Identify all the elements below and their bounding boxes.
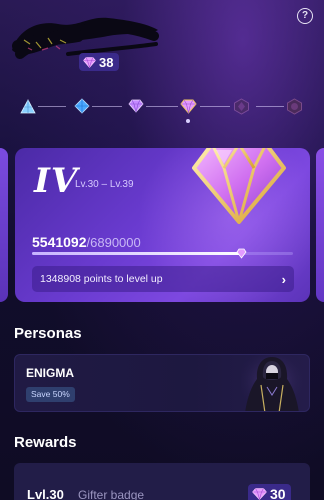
tier-connector (38, 106, 66, 107)
next-tier-card[interactable] (316, 148, 324, 302)
tier-connector (256, 106, 284, 107)
previous-tier-card[interactable] (0, 148, 8, 302)
personas-heading: Personas (14, 325, 82, 342)
points-total: /6890000 (86, 235, 141, 250)
gem-icon (83, 56, 96, 68)
progress-gem-icon (236, 248, 247, 259)
level-up-text: 1348908 points to level up (40, 273, 163, 285)
current-tier-indicator (186, 119, 190, 123)
help-button[interactable]: ? (297, 8, 313, 24)
hex-locked-tier-icon (233, 97, 249, 115)
tier-connector (92, 106, 122, 107)
reward-name: Gifter badge (78, 488, 145, 500)
tier-5-node[interactable] (232, 97, 250, 115)
gem-gold-tier-icon (179, 99, 197, 114)
level-progress-bar (32, 248, 293, 259)
tier-numeral: IV (34, 161, 79, 201)
tier-track (0, 97, 324, 127)
tier-3-node[interactable] (127, 97, 145, 115)
points-row: 5541092/6890000 (32, 234, 141, 252)
persona-discount-badge: Save 50% (26, 387, 75, 402)
points-current: 5541092 (32, 234, 87, 250)
tier-2-node[interactable] (73, 97, 91, 115)
tier-1-node[interactable] (19, 97, 37, 115)
level-progress-fill (32, 252, 242, 255)
tier-gem-icon (192, 148, 286, 224)
level-range: Lv.30 – Lv.39 (75, 179, 134, 190)
gem-purple-tier-icon (128, 99, 144, 113)
tier-4-node[interactable] (179, 97, 197, 115)
tier-connector (200, 106, 230, 107)
chevron-right-icon: › (281, 271, 286, 287)
persona-name: ENIGMA (26, 366, 74, 380)
reward-item-gifter-badge[interactable]: Lvl.30 Gifter badge 30 (14, 463, 310, 500)
hex-locked-tier-icon (286, 97, 302, 115)
gem-balance-badge: 38 (79, 53, 120, 71)
triangle-tier-icon (20, 98, 36, 113)
enigma-persona-figure (241, 355, 303, 411)
level-up-button[interactable]: 1348908 points to level up › (32, 266, 294, 292)
reward-cost-badge[interactable]: 30 (248, 484, 291, 500)
reward-level: Lvl.30 (27, 487, 64, 500)
persona-card-enigma[interactable]: ENIGMA Save 50% (14, 354, 310, 412)
tier-connector (146, 106, 178, 107)
gem-icon (252, 488, 267, 500)
tier-6-node[interactable] (285, 97, 303, 115)
current-tier-card: IV Lv.30 – Lv.39 5541092/6890000 1348908… (15, 148, 310, 302)
diamond-blue-tier-icon (74, 98, 90, 114)
rewards-screen: ? 38 IV Lv.30 – Lv.39 5541092/6890000 13… (0, 0, 324, 500)
gem-balance-count: 38 (99, 54, 114, 70)
reward-cost-count: 30 (270, 486, 286, 500)
rewards-heading: Rewards (14, 434, 77, 451)
